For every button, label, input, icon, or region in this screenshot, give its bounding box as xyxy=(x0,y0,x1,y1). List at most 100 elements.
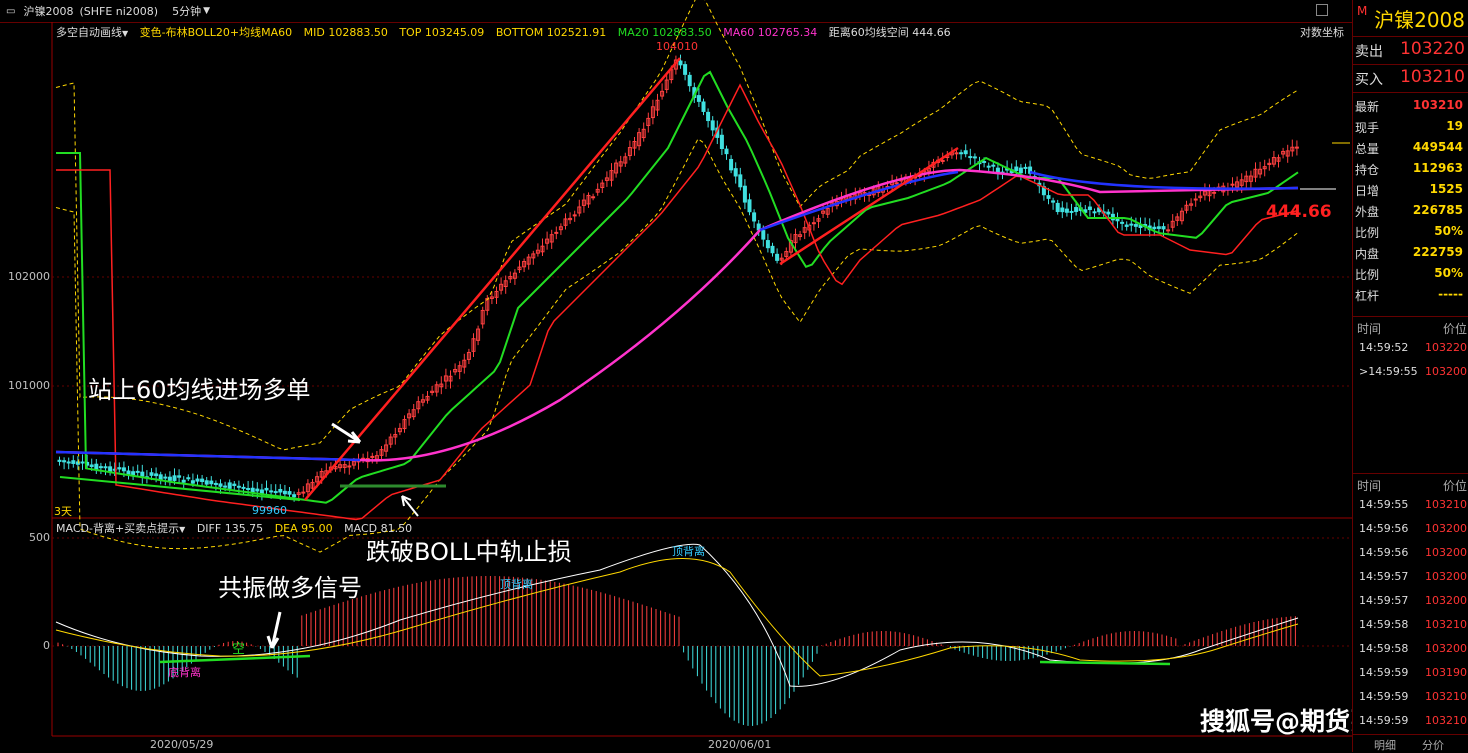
candle-body xyxy=(1092,211,1097,214)
col-time-label: 时间 xyxy=(1357,479,1382,493)
candle-body xyxy=(719,134,724,149)
tab-price-dist[interactable]: 分价 xyxy=(1422,737,1444,753)
candle-body xyxy=(172,475,177,481)
candle-body xyxy=(154,473,159,477)
top-divergence-label-1: 顶背离 xyxy=(500,578,533,591)
chevron-down-icon[interactable]: ▼ xyxy=(122,29,128,38)
candle-body xyxy=(264,487,269,491)
side-tabs: 明细 分价 xyxy=(1352,734,1468,753)
candle-body xyxy=(103,466,108,469)
col-time-label: 时间 xyxy=(1357,322,1382,336)
candle-body xyxy=(80,461,85,464)
candle-body xyxy=(591,196,596,199)
quote-symbol: 沪镍2008 xyxy=(1374,8,1465,32)
stat-row: 比例 50% xyxy=(1353,221,1468,242)
candle-body xyxy=(158,474,163,481)
candle-body xyxy=(1014,166,1019,171)
candle-body xyxy=(282,490,287,495)
candle-body xyxy=(747,199,752,213)
macd-tick-500: 500 xyxy=(29,531,50,544)
candle-body xyxy=(775,253,780,261)
chevron-down-icon[interactable]: ▼ xyxy=(179,525,185,534)
boll-mid-line xyxy=(56,83,1299,521)
stat-row: 日增 1525 xyxy=(1353,179,1468,200)
stop-note: 跌破BOLL中轨止损 xyxy=(366,538,572,566)
candle-body xyxy=(287,491,292,495)
tab-detail[interactable]: 明细 xyxy=(1374,737,1396,753)
entry-arrow xyxy=(331,422,362,444)
macd-green-segment xyxy=(1039,660,1171,666)
tick-time: 14:59:57 xyxy=(1359,594,1409,607)
tick-price: 103200 xyxy=(1425,546,1467,559)
auto-line-selector[interactable]: 多空自动画线 xyxy=(56,26,122,39)
stat-label: 外盘 xyxy=(1355,205,1380,219)
candle-body xyxy=(149,472,154,476)
tick-price: 103210 xyxy=(1425,498,1467,511)
tick-time: 14:59:56 xyxy=(1359,522,1409,535)
tick-price: 103200 xyxy=(1425,594,1467,607)
macd-indicator-selector[interactable]: MACD-背离+买卖点提示 xyxy=(56,522,179,535)
candle-body xyxy=(894,182,899,185)
candle-body xyxy=(1087,206,1092,211)
high-price-label: 104010 xyxy=(656,40,698,53)
stat-row: 现手 19 xyxy=(1353,116,1468,137)
candle-body xyxy=(121,467,126,472)
candle-body xyxy=(200,478,205,482)
candle-body xyxy=(1193,198,1198,201)
candle-body xyxy=(135,470,140,473)
candle-body xyxy=(729,158,734,171)
tick-row: 14:59:58 103200 xyxy=(1353,637,1468,661)
short-signal-label: 空 xyxy=(232,642,246,657)
candle-body xyxy=(1166,229,1171,232)
candle-body xyxy=(959,152,964,155)
candle-body xyxy=(765,240,770,249)
tick-price: 103220 xyxy=(1425,341,1467,354)
candle-body xyxy=(227,482,232,489)
tick-price: 103190 xyxy=(1425,666,1467,679)
tick-time: 14:59:58 xyxy=(1359,618,1409,631)
candle-body xyxy=(126,470,131,475)
bottom-divergence-label: 底背离 xyxy=(168,666,201,679)
candle-body xyxy=(683,64,688,75)
candle-body xyxy=(1055,202,1060,213)
boll-mid: MID 102883.50 xyxy=(303,26,388,39)
macd-tick-0: 0 xyxy=(43,639,50,652)
downtrend-line xyxy=(59,476,301,501)
stat-label: 比例 xyxy=(1355,268,1380,282)
ma20-value: MA20 102883.50 xyxy=(617,26,712,39)
boll-bottom: BOTTOM 102521.91 xyxy=(495,26,607,39)
y-tick-102000: 102000 xyxy=(8,270,50,283)
log-scale-button[interactable]: 对数坐标 xyxy=(1300,24,1344,40)
candle-body xyxy=(190,480,195,484)
tick-time: 14:59:59 xyxy=(1359,666,1409,679)
candle-body xyxy=(195,478,200,482)
stat-value: 19 xyxy=(1446,119,1463,133)
candle-body xyxy=(278,488,283,493)
candle-body xyxy=(968,156,973,159)
candle-body xyxy=(752,212,757,222)
candle-body xyxy=(1018,167,1023,174)
tick-price: 103210 xyxy=(1425,714,1467,727)
tick-row: >14:59:55 103200 xyxy=(1353,360,1468,384)
candle-body xyxy=(986,165,991,168)
candle-body xyxy=(1023,166,1028,169)
ask-label: 卖出 xyxy=(1355,44,1383,60)
uptrend-line-2 xyxy=(779,146,959,266)
candle-body xyxy=(186,477,191,480)
candle-body xyxy=(770,245,775,254)
tick-row: 14:59:56 103200 xyxy=(1353,517,1468,541)
boll-top: TOP 103245.09 xyxy=(399,26,485,39)
tick-price: 103200 xyxy=(1425,642,1467,655)
tick-time: 14:59:59 xyxy=(1359,714,1409,727)
candle-body xyxy=(701,101,706,112)
signal-arrow xyxy=(266,611,282,649)
stat-value: 112963 xyxy=(1412,161,1463,175)
stat-label: 内盘 xyxy=(1355,247,1380,261)
candle-body xyxy=(678,60,683,66)
candle-body xyxy=(236,485,241,488)
candle-body xyxy=(995,167,1000,173)
stat-row: 外盘 226785 xyxy=(1353,200,1468,221)
quote-symbol-title: M 沪镍2008 xyxy=(1353,4,1468,33)
candle-body xyxy=(687,74,692,87)
tick-row: 14:59:59 103210 xyxy=(1353,685,1468,709)
